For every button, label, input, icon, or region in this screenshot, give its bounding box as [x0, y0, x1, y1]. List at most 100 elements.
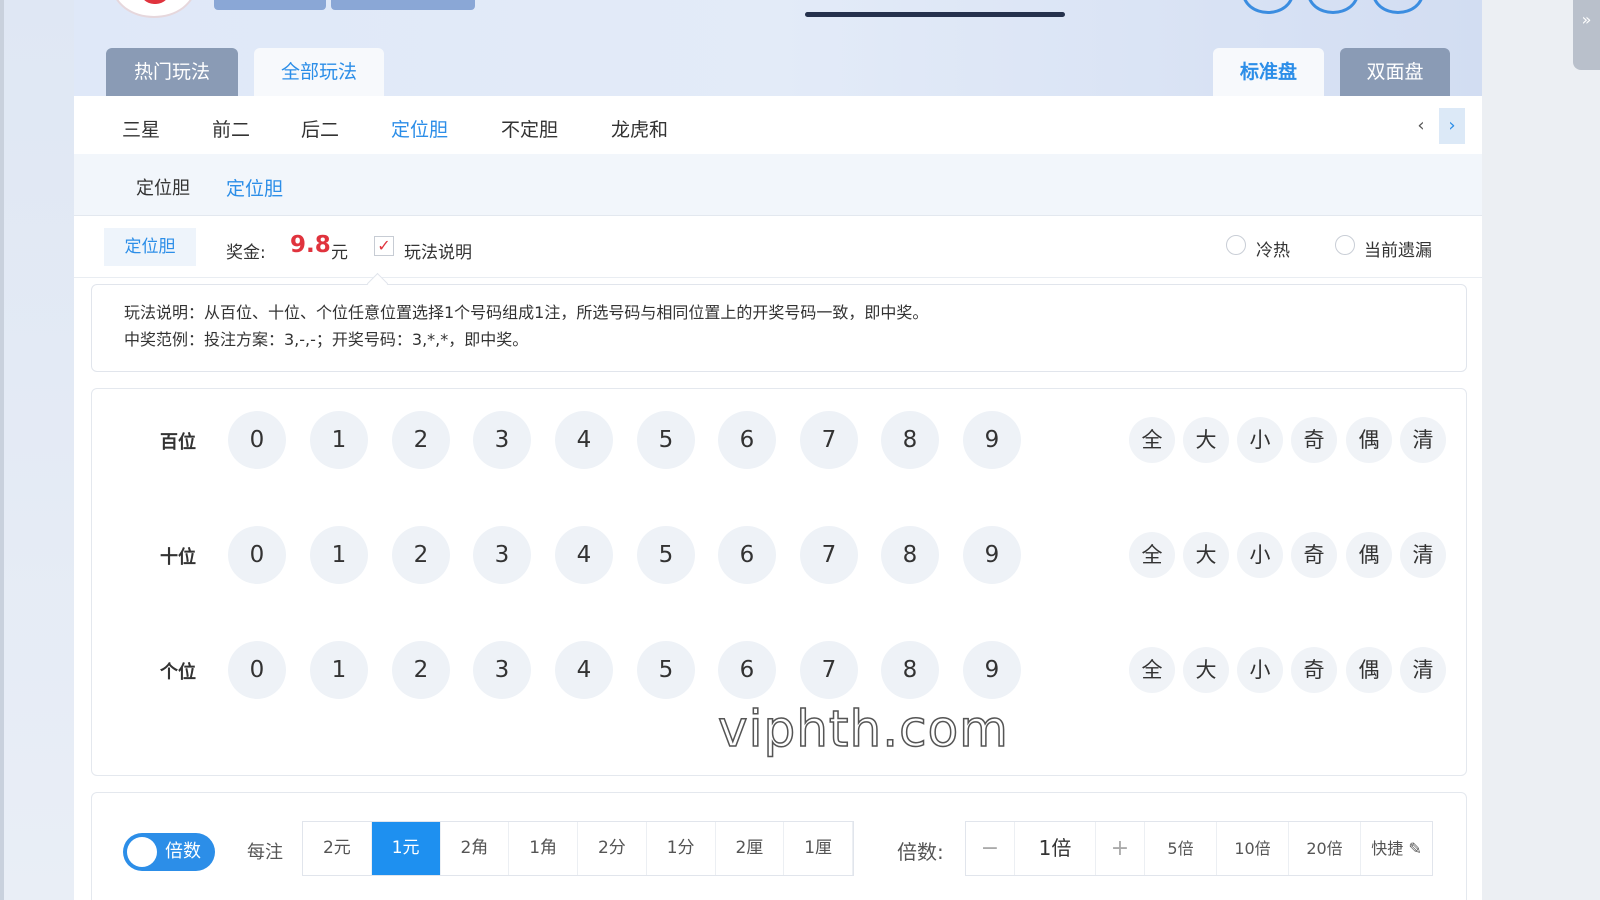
subnav-item-dragon-tiger[interactable]: 龙虎和	[611, 115, 668, 142]
header-pill[interactable]	[331, 0, 475, 10]
prize-label: 奖金:	[226, 243, 266, 263]
number-ball[interactable]: 5	[637, 641, 695, 699]
multiplier-value[interactable]: 1倍	[1014, 822, 1096, 875]
number-ball[interactable]: 4	[555, 526, 613, 584]
subnav-item-position[interactable]: 定位胆	[391, 115, 448, 142]
tab-standard[interactable]: 标准盘	[1213, 48, 1324, 96]
header-pill[interactable]	[214, 0, 326, 10]
number-ball[interactable]: 5	[637, 526, 695, 584]
chevron-right-icon[interactable]: ›	[1439, 108, 1465, 144]
quick-select-button[interactable]: 小	[1237, 532, 1283, 578]
header-progress-bar	[805, 12, 1065, 17]
number-ball[interactable]: 9	[963, 641, 1021, 699]
quick-select-button[interactable]: 小	[1237, 647, 1283, 693]
preset-20x[interactable]: 20倍	[1288, 822, 1360, 875]
quick-select-button[interactable]: 小	[1237, 417, 1283, 463]
tab-hot-plays[interactable]: 热门玩法	[106, 48, 238, 96]
number-ball[interactable]: 0	[228, 526, 286, 584]
number-ball[interactable]: 8	[881, 641, 939, 699]
left-edge-strip	[0, 0, 4, 900]
rules-checkbox-label[interactable]: 玩法说明	[404, 238, 472, 263]
tab-all-plays[interactable]: 全部玩法	[254, 48, 384, 96]
subsub-item-position[interactable]: 定位胆	[226, 174, 283, 201]
number-ball[interactable]: 1	[310, 641, 368, 699]
quick-select-button[interactable]: 偶	[1346, 417, 1392, 463]
quick-select-button[interactable]: 大	[1183, 532, 1229, 578]
number-ball[interactable]: 1	[310, 526, 368, 584]
unit-option[interactable]: 1角	[509, 822, 578, 875]
number-ball[interactable]: 7	[800, 411, 858, 469]
preset-quick[interactable]: 快捷 ✎	[1360, 822, 1432, 875]
tab-double-sided[interactable]: 双面盘	[1340, 48, 1450, 96]
unit-option[interactable]: 2元	[303, 822, 372, 875]
number-ball[interactable]: 3	[473, 641, 531, 699]
expand-panel-icon[interactable]: »	[1573, 0, 1600, 70]
quick-select-button[interactable]: 奇	[1291, 532, 1337, 578]
number-ball[interactable]: 5	[637, 411, 695, 469]
plus-button[interactable]: +	[1096, 822, 1144, 875]
missing-radio[interactable]	[1335, 235, 1355, 255]
unit-option[interactable]: 1分	[647, 822, 716, 875]
number-ball[interactable]: 9	[963, 526, 1021, 584]
quick-select-button[interactable]: 清	[1400, 647, 1446, 693]
missing-label[interactable]: 当前遗漏	[1364, 236, 1432, 261]
multiplier-label: 倍数:	[897, 840, 944, 864]
unit-option[interactable]: 2厘	[716, 822, 785, 875]
subnav-item-any-position[interactable]: 不定胆	[501, 115, 558, 142]
edit-icon: ✎	[1403, 839, 1422, 858]
preset-5x[interactable]: 5倍	[1144, 822, 1216, 875]
number-ball[interactable]: 7	[800, 641, 858, 699]
number-ball[interactable]: 6	[718, 411, 776, 469]
number-ball[interactable]: 2	[392, 411, 450, 469]
unit-option[interactable]: 1厘	[784, 822, 853, 875]
quick-select-button[interactable]: 清	[1400, 417, 1446, 463]
number-ball[interactable]: 2	[392, 641, 450, 699]
preset-quick-label: 快捷	[1371, 839, 1404, 858]
number-ball[interactable]: 8	[881, 526, 939, 584]
row-label: 十位	[160, 547, 196, 568]
quick-select-button[interactable]: 大	[1183, 417, 1229, 463]
rules-description: 玩法说明：从百位、十位、个位任意位置选择1个号码组成1注，所选号码与相同位置上的…	[91, 284, 1467, 372]
preset-10x[interactable]: 10倍	[1216, 822, 1288, 875]
per-bet-label: 每注	[247, 842, 283, 863]
number-ball[interactable]: 9	[963, 411, 1021, 469]
quick-select-button[interactable]: 清	[1400, 532, 1446, 578]
row-label: 个位	[160, 662, 196, 683]
hot-cold-label[interactable]: 冷热	[1256, 236, 1290, 261]
subnav-item-three-star[interactable]: 三星	[122, 115, 160, 142]
number-ball[interactable]: 7	[800, 526, 858, 584]
hot-cold-radio[interactable]	[1226, 235, 1246, 255]
number-ball[interactable]: 0	[228, 411, 286, 469]
number-ball[interactable]: 2	[392, 526, 450, 584]
unit-option[interactable]: 1元	[371, 822, 441, 875]
quick-select-button[interactable]: 奇	[1291, 417, 1337, 463]
number-ball[interactable]: 1	[310, 411, 368, 469]
number-ball[interactable]: 4	[555, 641, 613, 699]
chevron-left-icon[interactable]: ‹	[1408, 108, 1434, 144]
rules-line-1: 玩法说明：从百位、十位、个位任意位置选择1个号码组成1注，所选号码与相同位置上的…	[124, 303, 929, 322]
prize-value: 9.8	[290, 232, 331, 258]
subnav-item-front-two[interactable]: 前二	[212, 115, 250, 142]
number-ball[interactable]: 0	[228, 641, 286, 699]
quick-select-button[interactable]: 奇	[1291, 647, 1337, 693]
right-side-area	[1480, 0, 1600, 900]
quick-select-button[interactable]: 全	[1129, 647, 1175, 693]
number-ball[interactable]: 8	[881, 411, 939, 469]
number-ball[interactable]: 4	[555, 411, 613, 469]
rules-checkbox[interactable]: ✓	[374, 236, 394, 256]
number-ball[interactable]: 3	[473, 411, 531, 469]
quick-select-button[interactable]: 大	[1183, 647, 1229, 693]
quick-select-button[interactable]: 全	[1129, 417, 1175, 463]
number-ball[interactable]: 3	[473, 526, 531, 584]
rules-line-2: 中奖范例：投注方案：3,-,-；开奖号码：3,*,*，即中奖。	[124, 330, 529, 349]
unit-option[interactable]: 2分	[578, 822, 647, 875]
quick-select-button[interactable]: 偶	[1346, 647, 1392, 693]
multiplier-toggle[interactable]: 倍数	[123, 833, 215, 871]
minus-button[interactable]: −	[966, 822, 1014, 875]
quick-select-button[interactable]: 偶	[1346, 532, 1392, 578]
number-ball[interactable]: 6	[718, 641, 776, 699]
subnav-item-back-two[interactable]: 后二	[301, 115, 339, 142]
unit-option[interactable]: 2角	[441, 822, 510, 875]
number-ball[interactable]: 6	[718, 526, 776, 584]
quick-select-button[interactable]: 全	[1129, 532, 1175, 578]
